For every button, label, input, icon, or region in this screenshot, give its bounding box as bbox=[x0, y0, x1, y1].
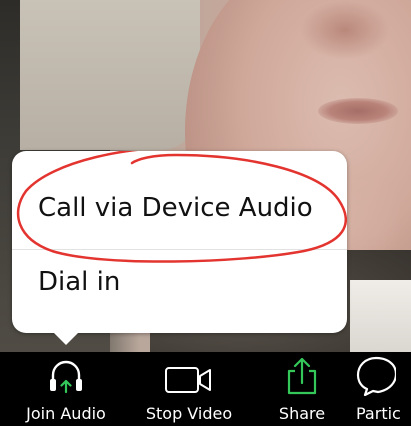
stop-video-button[interactable]: Stop Video bbox=[134, 352, 244, 426]
join-audio-button[interactable]: Join Audio bbox=[8, 352, 124, 426]
participants-button[interactable]: Partic bbox=[356, 352, 411, 426]
participants-icon bbox=[356, 352, 396, 396]
video-face-shadow bbox=[300, 0, 390, 60]
share-button[interactable]: Share bbox=[262, 352, 342, 426]
dial-in-option[interactable]: Dial in bbox=[12, 247, 347, 317]
call-via-device-audio-option[interactable]: Call via Device Audio bbox=[12, 173, 347, 243]
video-background-wall bbox=[20, 0, 200, 150]
video-participant-collar bbox=[350, 280, 411, 352]
share-label: Share bbox=[278, 404, 326, 423]
join-audio-label: Join Audio bbox=[26, 404, 106, 423]
join-audio-popup: Call via Device Audio Dial in bbox=[12, 151, 347, 333]
meeting-screen: Call via Device Audio Dial in Join Audio bbox=[0, 0, 411, 426]
meeting-toolbar: Join Audio Stop Video Share Partic bbox=[0, 352, 411, 426]
participants-label: Partic bbox=[356, 404, 401, 423]
video-camera-icon bbox=[164, 352, 214, 396]
headphones-icon bbox=[46, 352, 86, 396]
popup-pointer bbox=[52, 331, 80, 345]
stop-video-label: Stop Video bbox=[145, 404, 233, 423]
video-participant-lips bbox=[318, 98, 398, 124]
share-icon bbox=[282, 352, 322, 396]
